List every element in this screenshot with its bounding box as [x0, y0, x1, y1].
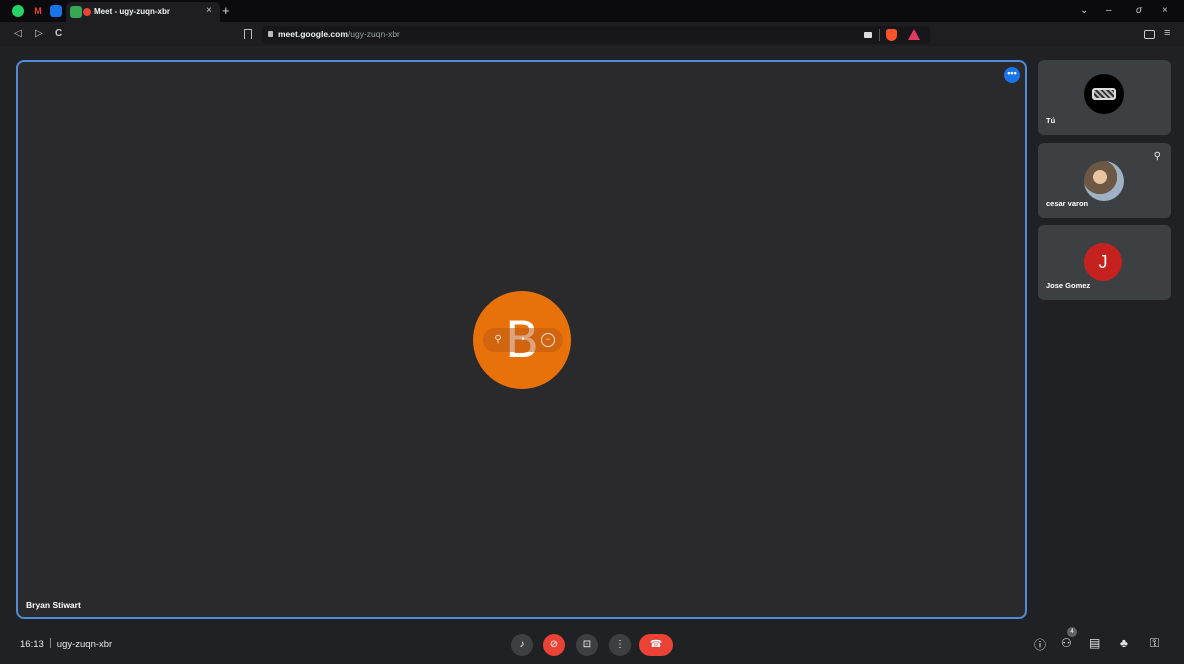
- present-button[interactable]: ⊡: [576, 634, 598, 656]
- divider: [879, 29, 880, 41]
- url-text[interactable]: meet.google.com/ugy-zuqn-xbr: [278, 29, 400, 39]
- back-icon[interactable]: ◁: [14, 28, 22, 39]
- wallet-icon[interactable]: [1144, 30, 1155, 39]
- whatsapp-icon[interactable]: [12, 5, 24, 17]
- tab-close-icon[interactable]: ×: [206, 5, 212, 16]
- meeting-code: ugy-zuqn-xbr: [56, 639, 113, 650]
- activities-icon[interactable]: ♣: [1120, 636, 1128, 650]
- main-video-tile[interactable]: ••• B ⚲ • − Bryan Stiwart: [16, 60, 1027, 619]
- camera-off-icon: ⊘: [549, 639, 559, 650]
- restore-icon[interactable]: σ: [1136, 5, 1142, 16]
- end-call-button[interactable]: ☎: [639, 634, 673, 656]
- more-options-icon[interactable]: •••: [1004, 67, 1020, 83]
- divider: [49, 638, 51, 648]
- bookmark-icon[interactable]: [244, 29, 252, 39]
- camera-permission-icon[interactable]: [864, 32, 872, 38]
- reload-icon[interactable]: C: [55, 28, 62, 39]
- participant-tile-jose[interactable]: J Jose Gomez: [1038, 225, 1171, 300]
- rewards-icon[interactable]: [908, 29, 920, 40]
- present-icon: ⊡: [582, 639, 592, 650]
- lock-icon[interactable]: [268, 31, 273, 37]
- mute-participant-icon[interactable]: •: [516, 333, 530, 347]
- participant-name: Jose Gomez: [1046, 281, 1091, 290]
- pin-icon[interactable]: ⚲: [491, 333, 505, 347]
- more-vert-icon: ⋮: [615, 639, 625, 650]
- forward-icon[interactable]: ▷: [35, 28, 43, 39]
- avatar: [1084, 161, 1124, 201]
- address-bar[interactable]: meet.google.com/ugy-zuqn-xbr: [262, 26, 930, 44]
- more-options-button[interactable]: ⋮: [609, 634, 631, 656]
- meeting-info: 16:13 ugy-zuqn-xbr: [20, 638, 112, 650]
- tab-title: Meet - ugy-zuqn-xbr: [94, 7, 170, 16]
- participant-tile-self[interactable]: Tú: [1038, 60, 1171, 135]
- participant-name: cesar varon: [1046, 199, 1089, 208]
- minimize-icon[interactable]: –: [1106, 5, 1112, 16]
- end-call-icon: ☎: [649, 639, 663, 650]
- mic-icon: ♪: [519, 639, 525, 650]
- people-icon[interactable]: ⚇: [1061, 636, 1072, 650]
- info-icon[interactable]: ⓘ: [1034, 636, 1046, 653]
- menu-icon[interactable]: ≡: [1164, 27, 1170, 39]
- mic-button[interactable]: ♪: [511, 634, 533, 656]
- tile-hover-controls: ⚲ • −: [483, 328, 563, 352]
- recording-icon: [83, 8, 91, 16]
- new-tab-button[interactable]: +: [222, 3, 230, 18]
- tab-search-icon[interactable]: ⌄: [1080, 5, 1088, 16]
- avatar: J: [1084, 243, 1122, 281]
- participant-name: Bryan Stiwart: [26, 600, 81, 610]
- close-window-icon[interactable]: ×: [1162, 5, 1168, 16]
- host-controls-icon[interactable]: ⚿: [1150, 636, 1159, 651]
- meeting-time: 16:13: [20, 639, 44, 650]
- meet-icon: [70, 6, 82, 18]
- avatar: [1084, 74, 1124, 114]
- calendar-icon[interactable]: [50, 5, 62, 17]
- tab-meet[interactable]: Meet - ugy-zuqn-xbr ×: [66, 2, 220, 22]
- chat-icon[interactable]: ▤: [1089, 636, 1100, 650]
- participant-name: Tú: [1046, 116, 1056, 125]
- brave-shield-icon[interactable]: [886, 29, 897, 41]
- logo-image: [1092, 88, 1116, 100]
- participant-tile-cesar[interactable]: ⚲ cesar varon: [1038, 143, 1171, 218]
- people-count-badge: 4: [1067, 627, 1077, 637]
- mic-off-icon: ⚲: [1153, 151, 1161, 162]
- browser-tab-bar: M Meet - ugy-zuqn-xbr × + ⌄ – σ ×: [0, 0, 1184, 22]
- gmail-icon[interactable]: M: [32, 5, 44, 17]
- camera-button[interactable]: ⊘: [543, 634, 565, 656]
- remove-participant-icon[interactable]: −: [541, 333, 555, 347]
